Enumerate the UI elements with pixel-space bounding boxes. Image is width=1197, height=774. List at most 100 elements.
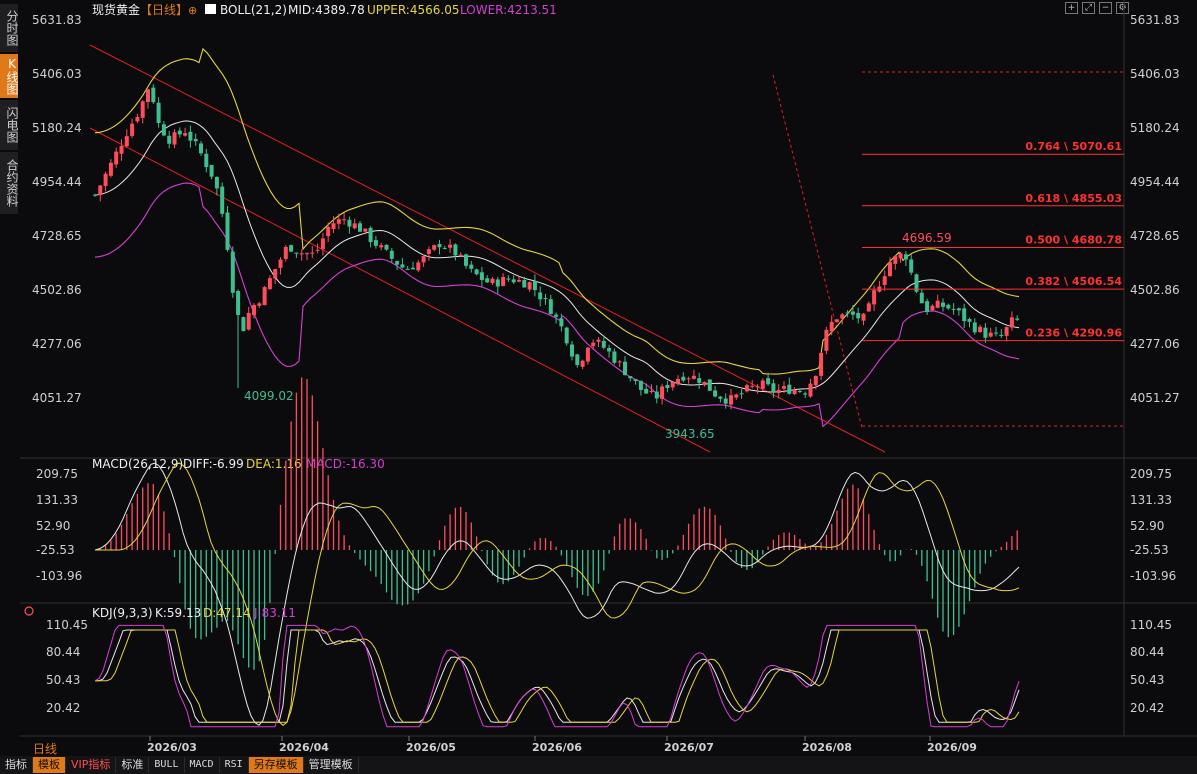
candle-body xyxy=(310,252,315,254)
candle-body xyxy=(161,124,166,136)
candle-body xyxy=(808,383,813,397)
candle-body xyxy=(448,244,453,248)
indicator-icon[interactable] xyxy=(205,4,216,14)
candle-body xyxy=(999,334,1004,336)
candle-body xyxy=(755,386,760,388)
candle-body xyxy=(649,391,654,393)
candle-body xyxy=(130,123,135,136)
kdj-settings-icon[interactable] xyxy=(24,606,34,616)
candle-body xyxy=(845,312,850,314)
price-tick-right: 4277.06 xyxy=(1130,337,1180,351)
candle-body xyxy=(956,308,961,311)
toolbar-button[interactable]: 指标 xyxy=(0,757,33,773)
candle-body xyxy=(872,290,877,305)
candle-body xyxy=(395,261,400,265)
candle-body xyxy=(437,244,442,248)
macd-tick-right: -25.53 xyxy=(1130,543,1169,557)
candle-body xyxy=(591,342,596,347)
candle-body xyxy=(840,314,845,319)
candle-body xyxy=(299,253,304,255)
candle-body xyxy=(628,376,633,379)
candle-body xyxy=(225,212,230,250)
toolbar-button[interactable]: 模板 xyxy=(33,757,66,773)
kdj-k-line xyxy=(95,629,1020,723)
fib-level-label: 0.236 \ 4290.96 xyxy=(1025,327,1122,340)
candle-body xyxy=(988,332,993,337)
price-tick-left: 4502.86 xyxy=(32,283,82,297)
toolbar-button[interactable]: BULL xyxy=(149,757,185,773)
candle-body xyxy=(289,245,294,252)
candle-body xyxy=(458,254,463,256)
candle-body xyxy=(352,223,357,229)
candle-body xyxy=(156,102,161,123)
price-tick-right: 5180.24 xyxy=(1130,121,1180,135)
candle-body xyxy=(713,390,718,397)
macd-tick-right: 209.75 xyxy=(1130,467,1172,481)
candle-body xyxy=(103,173,108,186)
boll-lower: LOWER:4213.51 xyxy=(460,3,557,17)
macd-tick-left: 52.90 xyxy=(36,519,70,533)
candle-body xyxy=(829,321,834,332)
boll-mid: MID:4389.78 xyxy=(288,3,365,17)
price-axis-left: 5631.83 5406.03 5180.24 4954.44 4728.65 4502.… xyxy=(32,13,82,405)
boll-lower-band xyxy=(94,182,1020,428)
candle-body xyxy=(559,318,564,327)
candle-body xyxy=(373,240,378,246)
candle-body xyxy=(670,381,675,388)
date-tick: 2026/07 xyxy=(664,741,714,754)
macd-diff-line xyxy=(94,462,1020,726)
candle-body xyxy=(665,385,670,389)
candle-body xyxy=(787,384,792,394)
candle-body xyxy=(543,298,548,300)
annotation-high-1: 4696.59 xyxy=(902,231,952,245)
boll-upper: UPPER:4566.05 xyxy=(367,3,459,17)
fib-level-label: 0.382 \ 4506.54 xyxy=(1025,275,1122,288)
candle-body xyxy=(98,185,103,196)
candle-body xyxy=(797,390,802,392)
candle-body xyxy=(607,348,612,352)
toolbar-button[interactable]: VIP指标 xyxy=(66,757,117,773)
candle-body xyxy=(363,228,368,232)
macd-tick-right: 52.90 xyxy=(1130,519,1164,533)
toolbar-button[interactable]: 标准 xyxy=(116,757,150,773)
candle-body xyxy=(548,299,553,314)
candle-body xyxy=(946,304,951,309)
toolbar-button[interactable]: RSI xyxy=(220,757,249,773)
toolbar-button[interactable]: MACD xyxy=(185,757,220,773)
candle-body xyxy=(888,262,892,277)
macd-tick-right: -103.96 xyxy=(1130,569,1176,583)
candle-body xyxy=(856,312,861,319)
candle-body xyxy=(734,394,739,398)
candle-body xyxy=(411,267,415,270)
candle-body xyxy=(824,329,829,351)
candle-body xyxy=(532,281,537,291)
annotation-low-2: 3943.65 xyxy=(665,427,715,441)
period-label: 【日线】 xyxy=(140,3,188,17)
candle-body xyxy=(538,292,543,300)
macd-tick-left: -25.53 xyxy=(36,543,75,557)
kdj-tick-left: 80.44 xyxy=(46,645,80,659)
kdj-d: D:47.14 xyxy=(203,606,251,620)
fib-trend-line xyxy=(772,74,863,429)
toolbar-button[interactable]: 管理模板 xyxy=(304,757,359,773)
kdj-axis-right: 110.45 80.44 50.43 20.42 xyxy=(1130,618,1172,715)
candle-body xyxy=(601,340,606,348)
candle-body xyxy=(1004,327,1009,336)
candle-body xyxy=(527,282,532,290)
candle-body xyxy=(389,250,394,259)
kdj-j: J:83.11 xyxy=(253,606,296,620)
kdj-k: K:59.13 xyxy=(155,606,201,620)
macd-dea-line xyxy=(95,462,1020,726)
candle-body xyxy=(326,226,331,237)
candle-body xyxy=(718,396,723,399)
candle-body xyxy=(167,135,172,144)
candle-body xyxy=(347,219,352,227)
candle-body xyxy=(358,223,362,232)
add-icon[interactable]: ⊕ xyxy=(188,4,197,17)
candle-body xyxy=(633,379,638,382)
date-tick: 2026/05 xyxy=(406,741,456,754)
toolbar-button[interactable]: 另存模板 xyxy=(248,757,304,773)
chart-canvas[interactable]: 现货黄金 【日线】 ⊕ BOLL(21,2) MID:4389.78 UPPER… xyxy=(0,0,1197,756)
candle-body xyxy=(564,327,569,344)
candle-body xyxy=(442,247,447,249)
